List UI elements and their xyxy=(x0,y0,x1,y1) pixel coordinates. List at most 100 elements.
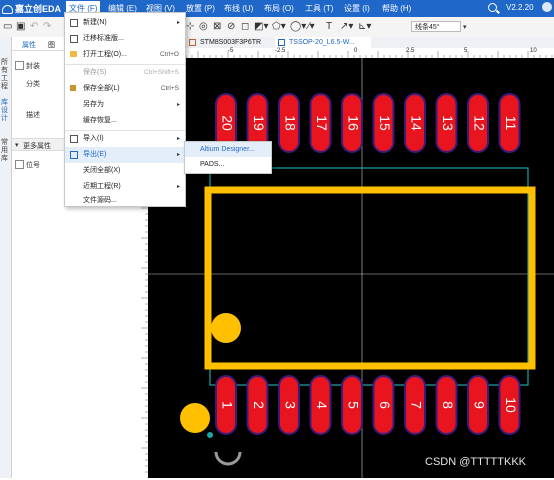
menu-place[interactable]: 放置 (P) xyxy=(186,3,215,14)
export-altium-item[interactable]: Altium Designer... xyxy=(185,142,271,157)
menu-item-close-all[interactable]: 关闭全部(X) xyxy=(65,163,185,179)
export-submenu: Altium Designer... PADS... xyxy=(184,141,272,174)
new-file-icon xyxy=(70,19,78,27)
menu-item-shortcut: Ctrl+S xyxy=(160,85,179,92)
menu-item-label: 缓存恢复... xyxy=(83,117,117,124)
hole-icon[interactable]: ⊠ xyxy=(213,21,221,33)
chevron-right-icon: ▸ xyxy=(176,184,180,190)
folder-icon[interactable]: ▭ xyxy=(3,21,12,33)
menu-item-label: 新建(N) xyxy=(83,19,107,26)
export-pads-item[interactable]: PADS... xyxy=(185,157,271,172)
search-icon[interactable] xyxy=(488,3,497,12)
designator-checkbox[interactable] xyxy=(15,160,24,169)
menu-tools[interactable]: 工具 (T) xyxy=(305,3,333,14)
menu-item-cache-restore[interactable]: 缓存恢复... xyxy=(65,113,185,129)
export-icon xyxy=(70,151,78,159)
pad-number: 7 xyxy=(408,401,424,409)
pad-icon[interactable]: ⊘ xyxy=(227,21,235,33)
pcb-canvas[interactable]: 20 19 18 17 16 15 14 13 12 11 1 2 3 4 5 6 7 8 9 10 xyxy=(148,58,554,478)
menu-item-new[interactable]: 新建(N) ▸ xyxy=(65,15,185,31)
pad-number: 5 xyxy=(345,401,361,409)
menu-item-label: 近期工程(R) xyxy=(83,183,121,190)
pad-number: 11 xyxy=(503,116,519,131)
tab-properties[interactable]: 属性 xyxy=(22,40,36,50)
dimension-icon[interactable]: ⊾▾ xyxy=(358,21,371,33)
pad-number: 20 xyxy=(219,115,235,131)
pad-12[interactable]: 12 xyxy=(467,93,489,153)
ruler-label: -2.5 xyxy=(275,48,286,54)
menu-item-save-as[interactable]: 另存为 ▸ xyxy=(65,97,185,113)
tab-footprint[interactable]: TSSOP-20_L6.5-W... xyxy=(275,37,371,48)
pad-15[interactable]: 15 xyxy=(372,93,395,153)
menu-item-save[interactable]: 保存(S) Ctrl+Shift+S xyxy=(65,65,185,81)
pad-3[interactable]: 3 xyxy=(278,375,300,435)
pad-4[interactable]: 4 xyxy=(309,375,332,435)
tab-schematic-symbol[interactable]: STM8S003F3P6TR xyxy=(186,37,261,48)
undo-icon[interactable]: ↶ xyxy=(30,21,38,33)
pad-10[interactable]: 10 xyxy=(498,375,521,435)
via-icon[interactable]: ◎ xyxy=(199,21,208,33)
pad-number: 12 xyxy=(471,115,487,131)
circle-icon[interactable]: ◯▾ xyxy=(290,21,306,33)
vtab-all-projects[interactable]: 所有工程 xyxy=(1,59,10,91)
menu-item-label: 保存全部(L) xyxy=(83,85,120,92)
pad-9[interactable]: 9 xyxy=(467,375,489,435)
pad-number: 15 xyxy=(377,115,393,131)
menu-item-file-source[interactable]: 文件源码... xyxy=(65,195,185,206)
more-properties-label: 更多属性 xyxy=(23,143,51,150)
pad-13[interactable]: 13 xyxy=(435,93,458,153)
polygon-icon[interactable]: ⬠▾ xyxy=(272,21,286,33)
pad-number: 8 xyxy=(440,401,456,409)
tab-layers[interactable]: 图 xyxy=(48,40,55,50)
arrow-icon[interactable]: ↗▾ xyxy=(340,21,353,33)
redo-icon[interactable]: ↷ xyxy=(43,21,51,33)
footprint-checkbox[interactable] xyxy=(15,61,24,70)
menu-item-recent-projects[interactable]: 近期工程(R) ▸ xyxy=(65,179,185,195)
menu-item-label: 打开工程(O)... xyxy=(83,51,127,58)
pad-6[interactable]: 6 xyxy=(372,375,395,435)
pad-2[interactable]: 2 xyxy=(246,375,269,435)
pad-7[interactable]: 7 xyxy=(404,375,426,435)
vtab-library-design[interactable]: 库设计 xyxy=(1,99,10,123)
menu-item-import[interactable]: 导入(I) ▸ xyxy=(65,131,185,147)
avatar[interactable] xyxy=(542,2,552,12)
pad-1[interactable]: 1 xyxy=(215,375,237,435)
pad-number: 1 xyxy=(219,401,235,409)
menu-item-label: 导入(I) xyxy=(83,135,104,142)
menu-item-migrate[interactable]: 迁移标准版... xyxy=(65,31,185,47)
menu-settings[interactable]: 设置 (I) xyxy=(344,3,370,14)
menu-route[interactable]: 布线 (U) xyxy=(224,3,253,14)
pad-17[interactable]: 17 xyxy=(309,93,332,153)
save-icon[interactable]: ▣ xyxy=(16,21,25,33)
pad-11[interactable]: 11 xyxy=(498,93,521,153)
chevron-right-icon: ▸ xyxy=(176,136,180,142)
select-icon[interactable]: ⊹ xyxy=(186,21,194,33)
menu-item-open-project[interactable]: 打开工程(O)... Ctrl+O xyxy=(65,47,185,63)
import-icon xyxy=(70,135,78,143)
pad-14[interactable]: 14 xyxy=(404,93,426,153)
left-vertical-tabs: 所有工程 库设计 常用库 xyxy=(0,37,12,478)
chevron-down-icon[interactable]: ▾ xyxy=(463,23,467,31)
chevron-right-icon: ▸ xyxy=(176,102,180,108)
line-icon[interactable]: ∕▾ xyxy=(308,21,315,33)
origin-arc xyxy=(214,451,242,466)
pad-8[interactable]: 8 xyxy=(435,375,458,435)
pad-16[interactable]: 16 xyxy=(341,93,363,153)
menu-item-export[interactable]: 导出(E) ▸ xyxy=(65,147,185,163)
region-icon[interactable]: ◻ xyxy=(241,21,249,33)
menu-layout[interactable]: 布局 (O) xyxy=(264,3,294,14)
footprint-drawing[interactable]: 20 19 18 17 16 15 14 13 12 111 2 3 4 5 6 7 8 9 10 xyxy=(148,58,554,478)
menu-help[interactable]: 帮助 (H) xyxy=(382,3,411,14)
text-icon[interactable]: T xyxy=(326,21,332,33)
pad-5[interactable]: 5 xyxy=(341,375,363,435)
ruler-label: 0 xyxy=(354,48,358,54)
pad-18[interactable]: 18 xyxy=(278,93,300,153)
pad-number: 10 xyxy=(503,397,519,413)
vtab-common-library[interactable]: 常用库 xyxy=(1,139,10,163)
file-menu-dropdown: 新建(N) ▸ 迁移标准版... 打开工程(O)... Ctrl+O 保存(S)… xyxy=(64,12,186,207)
menu-item-save-all[interactable]: 保存全部(L) Ctrl+S xyxy=(65,81,185,97)
line-mode-select[interactable]: 线条45° xyxy=(411,21,461,32)
cutout-icon[interactable]: ◩▾ xyxy=(254,21,268,33)
category-label: 分类 xyxy=(26,81,40,88)
designator-label: 位号 xyxy=(26,162,40,169)
